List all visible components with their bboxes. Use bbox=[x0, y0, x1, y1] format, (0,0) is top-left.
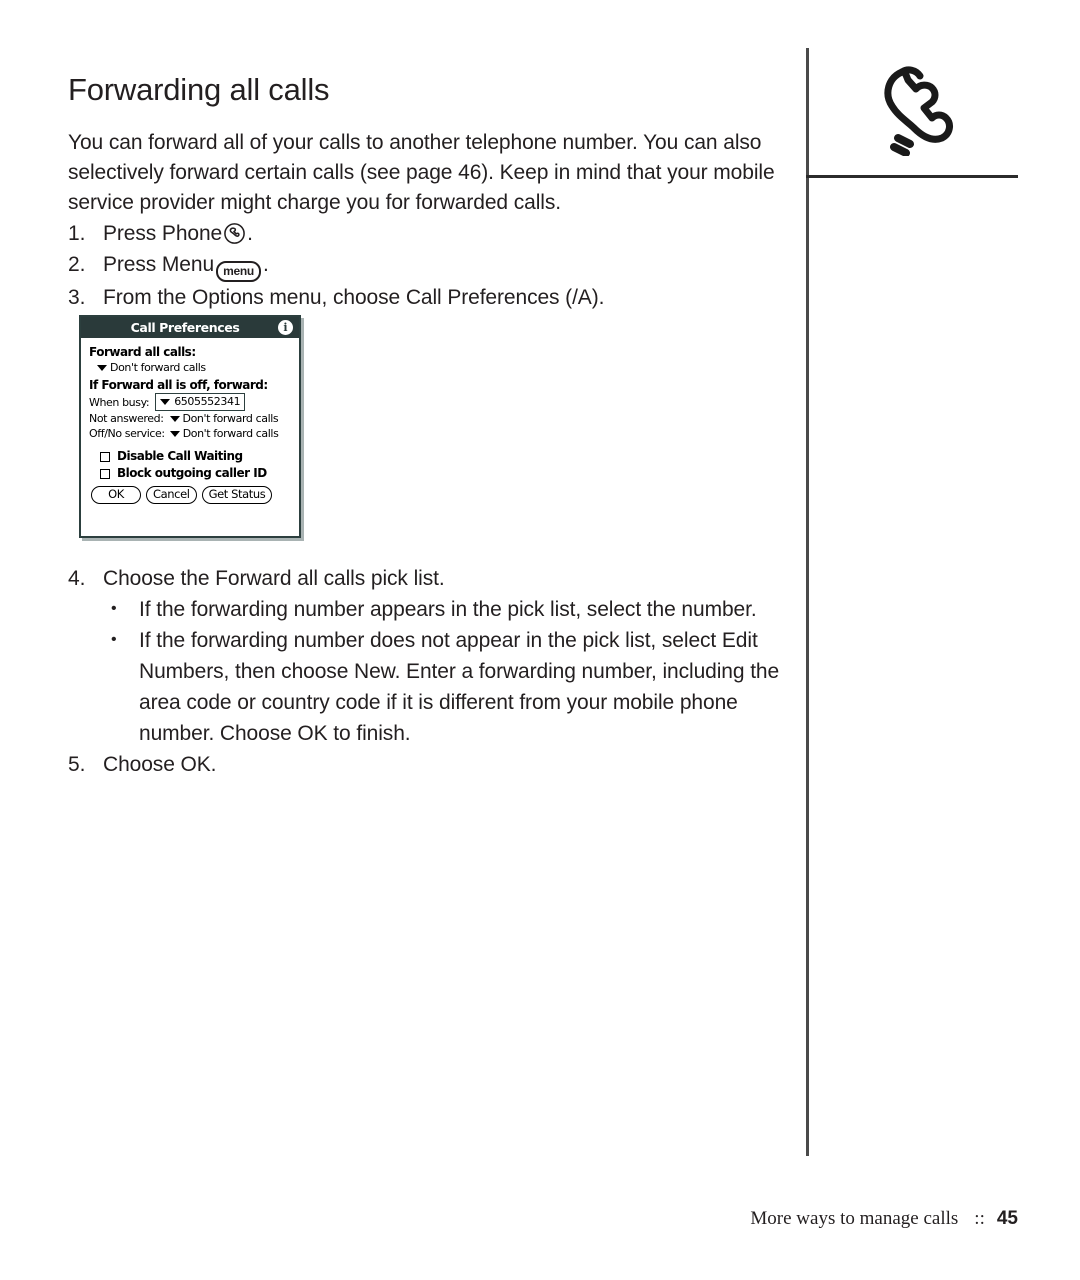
menu-button-icon: menu bbox=[216, 261, 262, 282]
checkbox-icon[interactable] bbox=[100, 451, 110, 462]
block-outgoing-caller-id-label: Block outgoing caller ID bbox=[117, 466, 267, 480]
step-item-2: 2. Press Menu menu. bbox=[68, 249, 788, 282]
substep-item: • If the forwarding number appears in th… bbox=[103, 594, 788, 625]
off-no-service-row: Off/No service: Don't forward calls bbox=[89, 426, 291, 441]
procedure-steps-part-1: 1. Press Phone . 2. Press Menu menu. 3. … bbox=[68, 218, 788, 313]
forward-all-calls-label: Forward all calls: bbox=[89, 345, 196, 359]
off-no-service-label: Off/No service: bbox=[89, 427, 165, 440]
step-item-3: 3. From the Options menu, choose Call Pr… bbox=[68, 282, 788, 313]
step-number: 3. bbox=[68, 286, 86, 309]
bullet-icon: • bbox=[111, 600, 117, 617]
intro-paragraph: You can forward all of your calls to ano… bbox=[68, 131, 775, 214]
cancel-button[interactable]: Cancel bbox=[146, 486, 197, 504]
not-answered-row: Not answered: Don't forward calls bbox=[89, 411, 291, 426]
substep-text: If the forwarding number appears in the … bbox=[139, 598, 757, 621]
margin-vertical-rule bbox=[806, 48, 809, 1156]
not-answered-picklist[interactable]: Don't forward calls bbox=[169, 411, 279, 426]
forward-all-calls-value: Don't forward calls bbox=[110, 361, 206, 374]
step-number: 2. bbox=[68, 253, 86, 276]
dialog-titlebar: Call Preferences i bbox=[81, 317, 299, 338]
forward-all-calls-picklist[interactable]: Don't forward calls bbox=[89, 360, 291, 375]
margin-horizontal-rule bbox=[806, 175, 1018, 178]
step-text: Choose the Forward all calls pick list. bbox=[103, 567, 445, 590]
bullet-icon: • bbox=[111, 631, 117, 648]
phone-circle-icon bbox=[223, 222, 246, 245]
step-item-5: 5. Choose OK. bbox=[68, 749, 788, 780]
procedure-steps-part-2: 4. Choose the Forward all calls pick lis… bbox=[68, 563, 788, 780]
dialog-body: Forward all calls: Don't forward calls I… bbox=[81, 338, 299, 504]
step-text: Press Menu bbox=[103, 253, 215, 276]
block-outgoing-caller-id-checkbox-row[interactable]: Block outgoing caller ID bbox=[89, 465, 291, 482]
step-item-4: 4. Choose the Forward all calls pick lis… bbox=[68, 563, 788, 749]
page-number: 45 bbox=[996, 1208, 1018, 1229]
step-number: 4. bbox=[68, 567, 86, 590]
when-busy-label: When busy: bbox=[89, 395, 150, 409]
call-preferences-dialog-screenshot: Call Preferences i Forward all calls: Do… bbox=[79, 315, 301, 538]
ok-button[interactable]: OK bbox=[91, 486, 141, 504]
when-busy-value: 6505552341 bbox=[174, 395, 241, 408]
step-text-suffix: . bbox=[263, 253, 269, 276]
step-number: 5. bbox=[68, 753, 86, 776]
step-text: Choose OK. bbox=[103, 753, 217, 776]
disable-call-waiting-label: Disable Call Waiting bbox=[117, 449, 243, 463]
substep-text: If the forwarding number does not appear… bbox=[139, 629, 780, 745]
chevron-down-icon bbox=[169, 430, 180, 437]
step-text: Press Phone bbox=[103, 222, 223, 245]
get-status-button[interactable]: Get Status bbox=[201, 486, 273, 504]
substep-list: • If the forwarding number appears in th… bbox=[103, 594, 788, 749]
when-busy-row: When busy: 6505552341 bbox=[89, 393, 291, 411]
checkbox-icon[interactable] bbox=[100, 468, 110, 479]
phone-handset-icon bbox=[872, 56, 982, 156]
forward-conditions-label: If Forward all is off, forward: bbox=[89, 378, 268, 392]
step-number: 1. bbox=[68, 222, 86, 245]
not-answered-value: Don't forward calls bbox=[182, 412, 279, 425]
step-text-suffix: . bbox=[247, 222, 253, 245]
step-text: From the Options menu, choose Call Prefe… bbox=[103, 286, 605, 309]
info-icon[interactable]: i bbox=[278, 320, 293, 335]
footer-section-title: More ways to manage calls bbox=[750, 1208, 959, 1229]
chevron-down-icon bbox=[97, 364, 107, 371]
disable-call-waiting-checkbox-row[interactable]: Disable Call Waiting bbox=[89, 448, 291, 465]
off-no-service-value: Don't forward calls bbox=[182, 427, 279, 440]
not-answered-label: Not answered: bbox=[89, 412, 164, 425]
dialog-spacer bbox=[89, 441, 291, 448]
substep-item: • If the forwarding number does not appe… bbox=[103, 625, 788, 749]
dialog-button-row: OK Cancel Get Status bbox=[89, 482, 291, 504]
dialog-title: Call Preferences bbox=[130, 320, 240, 335]
page-footer: More ways to manage calls:: 45 bbox=[0, 1208, 1018, 1230]
page-title: Forwarding all calls bbox=[68, 72, 330, 107]
step-item-1: 1. Press Phone . bbox=[68, 218, 788, 249]
when-busy-picklist[interactable]: 6505552341 bbox=[155, 393, 246, 411]
footer-separator: :: bbox=[974, 1208, 985, 1229]
chevron-down-icon bbox=[160, 398, 171, 405]
chevron-down-icon bbox=[169, 415, 180, 422]
off-no-service-picklist[interactable]: Don't forward calls bbox=[169, 426, 279, 441]
